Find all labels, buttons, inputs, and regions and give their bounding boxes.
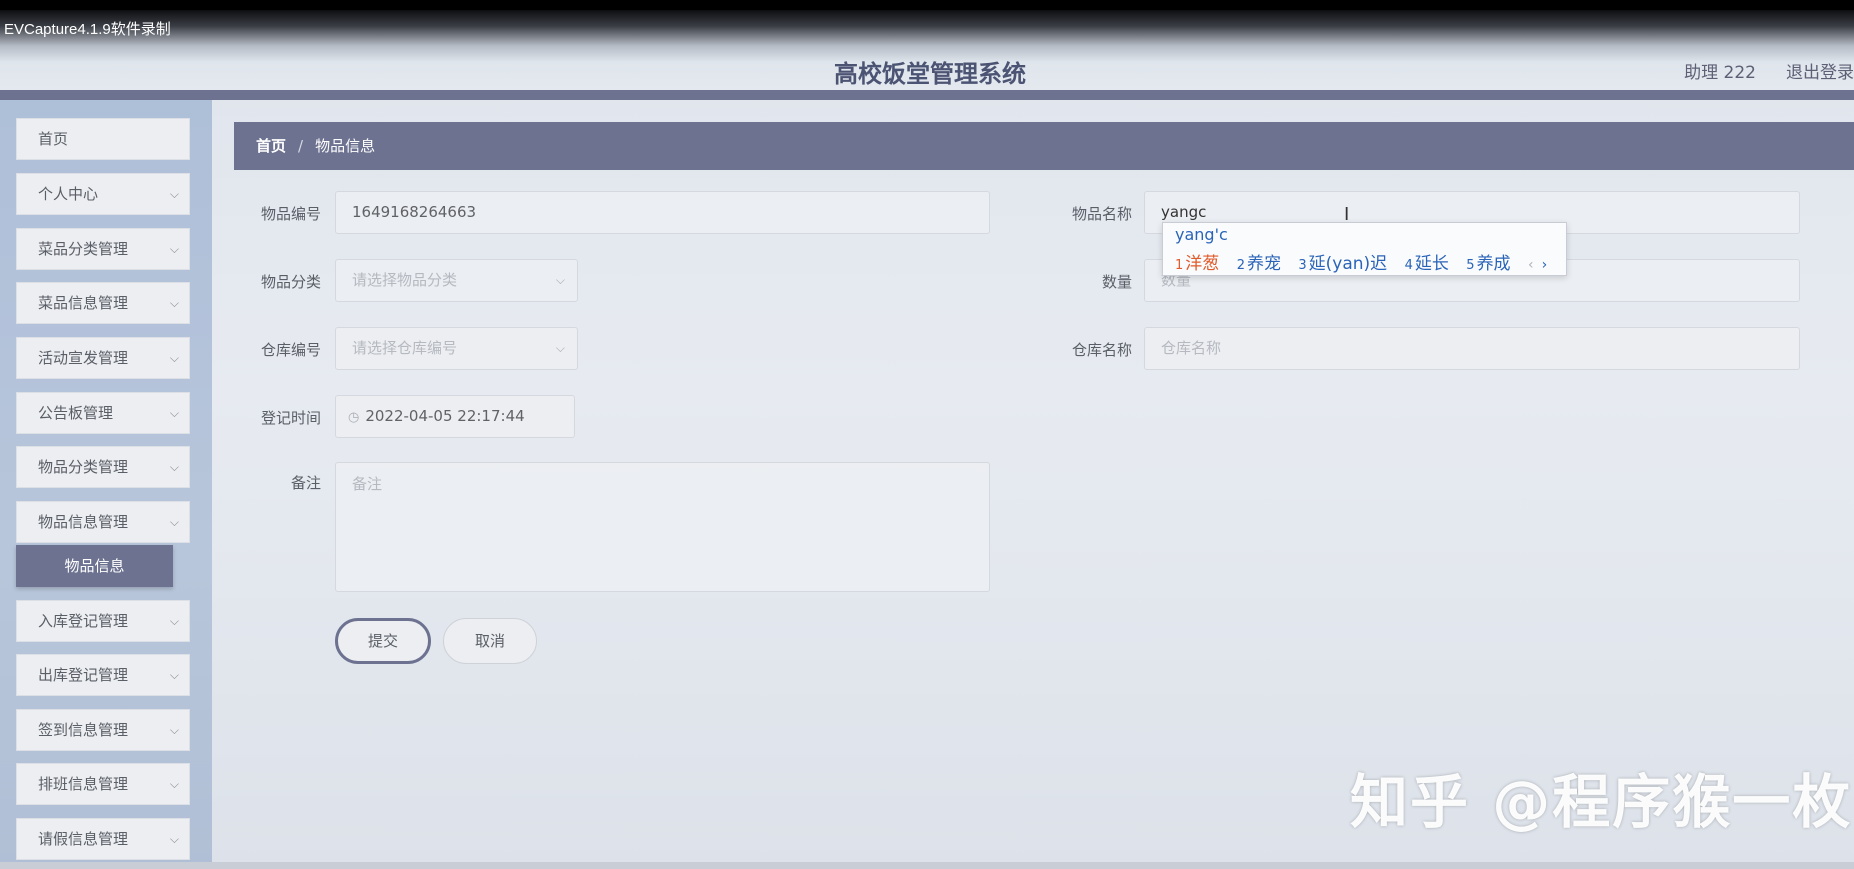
sidebar-item-label: 首页: [38, 130, 69, 148]
sidebar-item-label: 公告板管理: [38, 404, 114, 422]
sidebar-item-stock-in[interactable]: 入库登记管理 ⌵: [16, 600, 190, 642]
ime-composition: yang'c: [1175, 225, 1228, 244]
chevron-down-icon: ⌵: [169, 187, 179, 201]
ime-candidate[interactable]: 1 洋葱: [1175, 254, 1219, 274]
item-no-input[interactable]: 1649168264663: [335, 191, 990, 234]
sidebar-item-notice-board[interactable]: 公告板管理 ⌵: [16, 392, 190, 434]
cancel-button[interactable]: 取消: [443, 618, 537, 664]
ime-candidate[interactable]: 2 养宠: [1237, 254, 1281, 274]
reg-time-label: 登记时间: [260, 409, 321, 427]
sidebar-item-home[interactable]: 首页: [16, 118, 190, 160]
sidebar-item-label: 物品分类管理: [38, 458, 129, 476]
chevron-up-icon: ⌵: [169, 515, 179, 529]
submit-button[interactable]: 提交: [335, 618, 431, 664]
reg-time-picker[interactable]: ◷ 2022-04-05 22:17:44: [335, 395, 575, 438]
chevron-left-icon[interactable]: ‹: [1528, 257, 1534, 273]
chevron-down-icon: ⌵: [169, 351, 179, 365]
sidebar-item-label: 出库登记管理: [38, 666, 129, 684]
sidebar-item-activity[interactable]: 活动宣发管理 ⌵: [16, 337, 190, 379]
ime-candidate[interactable]: 4 延长: [1405, 254, 1449, 274]
chevron-down-icon: ⌵: [169, 668, 179, 682]
chevron-down-icon: ⌵: [169, 242, 179, 256]
chevron-down-icon: ⌵: [169, 460, 179, 474]
category-placeholder: 请选择物品分类: [352, 271, 458, 289]
sidebar-item-label: 入库登记管理: [38, 612, 129, 630]
chevron-down-icon: ⌵: [169, 406, 179, 420]
sidebar-item-label: 请假信息管理: [38, 830, 129, 848]
watermark: 知乎 @程序猴一枚: [1350, 768, 1853, 836]
quantity-label: 数量: [1101, 273, 1132, 291]
app-header: 高校饭堂管理系统 助理 222 退出登录: [0, 10, 1854, 100]
sidebar-item-item-category[interactable]: 物品分类管理 ⌵: [16, 446, 190, 488]
sidebar-item-label: 个人中心: [38, 185, 99, 203]
chevron-down-icon: ⌵: [555, 273, 565, 287]
current-user: 助理 222: [1684, 63, 1756, 83]
bottom-divider: [0, 862, 1854, 869]
sidebar-item-schedule[interactable]: 排班信息管理 ⌵: [16, 763, 190, 805]
recording-label: EVCapture4.1.9软件录制: [4, 21, 171, 38]
category-label: 物品分类: [260, 273, 321, 291]
sidebar-item-label: 物品信息管理: [38, 513, 129, 531]
chevron-down-icon: ⌵: [169, 832, 179, 846]
ime-candidate[interactable]: 3 延(yan)迟: [1298, 254, 1387, 274]
breadcrumb-home[interactable]: 首页: [256, 137, 286, 155]
sidebar-item-dish-info[interactable]: 菜品信息管理 ⌵: [16, 282, 190, 324]
chevron-down-icon: ⌵: [169, 614, 179, 628]
warehouse-no-select[interactable]: 请选择仓库编号 ⌵: [335, 327, 578, 370]
item-name-label: 物品名称: [1071, 205, 1132, 223]
sidebar-item-checkin[interactable]: 签到信息管理 ⌵: [16, 709, 190, 751]
chevron-down-icon: ⌵: [169, 723, 179, 737]
sidebar-item-label: 活动宣发管理: [38, 349, 129, 367]
sidebar-item-label: 签到信息管理: [38, 721, 129, 739]
breadcrumb: 首页 / 物品信息: [234, 122, 1854, 170]
sidebar-item-leave[interactable]: 请假信息管理 ⌵: [16, 818, 190, 860]
ime-candidate[interactable]: 5 养成: [1466, 254, 1510, 274]
ime-candidates: 1 洋葱 2 养宠 3 延(yan)迟 4 延长 5 养成 ‹ ›: [1175, 249, 1547, 274]
sidebar-item-profile[interactable]: 个人中心 ⌵: [16, 173, 190, 215]
app-title: 高校饭堂管理系统: [834, 60, 1026, 88]
sidebar-item-label: 排班信息管理: [38, 775, 129, 793]
warehouse-name-input[interactable]: 仓库名称: [1144, 327, 1800, 370]
logout-link[interactable]: 退出登录: [1786, 58, 1854, 83]
remark-label: 备注: [290, 474, 321, 492]
chevron-down-icon: ⌵: [555, 341, 565, 355]
ime-candidate-popup: yang'c 1 洋葱 2 养宠 3 延(yan)迟 4 延长 5 养成 ‹ ›: [1162, 222, 1567, 276]
remark-textarea[interactable]: 备注: [335, 462, 990, 592]
warehouse-no-placeholder: 请选择仓库编号: [352, 339, 458, 357]
text-cursor-icon: I: [1344, 204, 1350, 225]
warehouse-no-label: 仓库编号: [260, 341, 321, 359]
item-no-label: 物品编号: [260, 205, 321, 223]
sidebar-subitem-item-info[interactable]: 物品信息: [16, 545, 173, 587]
sidebar: 首页 个人中心 ⌵ 菜品分类管理 ⌵ 菜品信息管理 ⌵ 活动宣发管理 ⌵ 公告板管理 ⌵ …: [0, 100, 212, 869]
sidebar-item-item-info[interactable]: 物品信息管理 ⌵: [16, 501, 190, 543]
chevron-down-icon: ⌵: [169, 777, 179, 791]
chevron-down-icon: ⌵: [169, 296, 179, 310]
warehouse-name-label: 仓库名称: [1071, 341, 1132, 359]
sidebar-item-label: 菜品信息管理: [38, 294, 129, 312]
breadcrumb-separator: /: [298, 137, 304, 155]
breadcrumb-current: 物品信息: [315, 137, 376, 155]
clock-icon: ◷: [348, 410, 360, 425]
chevron-right-icon[interactable]: ›: [1542, 257, 1548, 273]
sidebar-item-label: 菜品分类管理: [38, 240, 129, 258]
sidebar-item-dish-category[interactable]: 菜品分类管理 ⌵: [16, 228, 190, 270]
sidebar-item-stock-out[interactable]: 出库登记管理 ⌵: [16, 654, 190, 696]
reg-time-value: 2022-04-05 22:17:44: [365, 407, 525, 425]
category-select[interactable]: 请选择物品分类 ⌵: [335, 259, 578, 302]
